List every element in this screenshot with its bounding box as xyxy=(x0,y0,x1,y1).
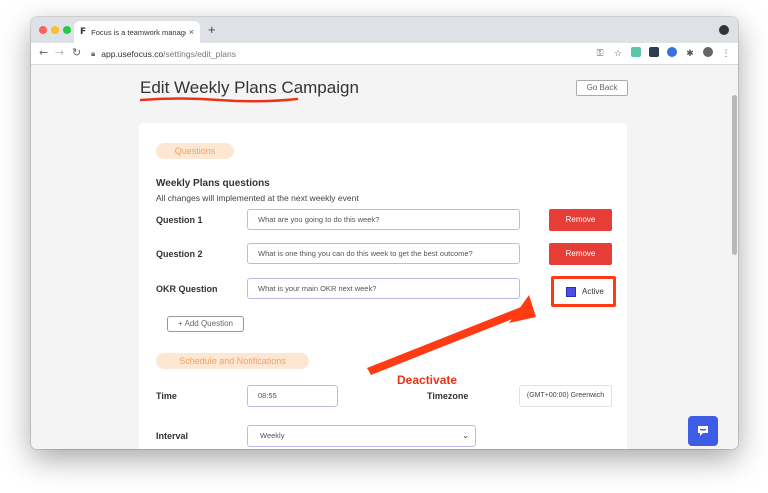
profile-avatar[interactable] xyxy=(702,47,714,60)
back-arrow-icon[interactable]: ← xyxy=(39,46,48,59)
more-menu-icon[interactable]: ⋮ xyxy=(720,49,732,59)
time-label: Time xyxy=(156,391,177,401)
star-icon[interactable]: ☆ xyxy=(612,49,624,59)
extension-blue-icon[interactable] xyxy=(666,47,678,60)
question-2-label: Question 2 xyxy=(156,249,203,259)
deactivate-annotation: Deactivate xyxy=(397,373,458,387)
tab-title: Focus is a teamwork managem xyxy=(91,27,186,37)
questions-pill: Questions xyxy=(156,143,234,159)
browser-menu-icon[interactable] xyxy=(719,25,729,35)
settings-card: Questions Weekly Plans questions All cha… xyxy=(139,123,627,449)
browser-tab[interactable]: F Focus is a teamwork managem × xyxy=(74,21,200,43)
interval-label: Interval xyxy=(156,431,189,441)
active-label: Active xyxy=(582,287,604,296)
section-description: All changes will implemented at the next… xyxy=(156,193,359,203)
timezone-select[interactable]: (GMT+00:00) Greenwich xyxy=(519,385,612,407)
extension-green-icon[interactable] xyxy=(630,47,642,60)
question-2-input[interactable]: What is one thing you can do this week t… xyxy=(247,243,520,264)
extension-dark-icon[interactable] xyxy=(648,47,660,60)
schedule-pill: Schedule and Notifications xyxy=(156,353,309,369)
remove-question-1-button[interactable]: Remove xyxy=(549,209,612,231)
toolbar-icons: ⚿ ☆ ✱ ⋮ xyxy=(594,47,732,60)
interval-value: Weekly xyxy=(260,431,285,440)
title-underline-annotation xyxy=(139,97,299,103)
okr-question-label: OKR Question xyxy=(156,284,218,294)
reload-icon[interactable]: ↻ xyxy=(72,46,81,59)
tab-close-icon[interactable]: × xyxy=(189,27,194,37)
question-1-input[interactable]: What are you going to do this week? xyxy=(247,209,520,230)
question-1-label: Question 1 xyxy=(156,215,203,225)
tab-bar: F Focus is a teamwork managem × + xyxy=(31,17,738,43)
page-viewport: Edit Weekly Plans Campaign Go Back Quest… xyxy=(31,65,738,449)
active-checkbox[interactable] xyxy=(566,286,576,297)
maximize-window-button[interactable] xyxy=(63,26,71,34)
okr-question-input[interactable]: What is your main OKR next week? xyxy=(247,278,520,299)
browser-toolbar: ← → ↻ 🔒︎ app.usefocus.co/settings/edit_p… xyxy=(31,43,738,65)
url-domain: app.usefocus.co xyxy=(101,49,164,59)
forward-arrow-icon[interactable]: → xyxy=(55,46,64,59)
chevron-down-icon: ⌄ xyxy=(462,431,469,440)
remove-question-2-button[interactable]: Remove xyxy=(549,243,612,265)
browser-window: F Focus is a teamwork managem × + ← → ↻ … xyxy=(31,17,738,449)
lock-icon: 🔒︎ xyxy=(91,49,96,58)
okr-active-toggle[interactable]: Active xyxy=(551,276,616,307)
chat-support-button[interactable] xyxy=(688,416,718,446)
timezone-label: Timezone xyxy=(427,391,469,401)
interval-select[interactable]: Weekly ⌄ xyxy=(247,425,476,447)
address-bar[interactable]: 🔒︎ app.usefocus.co/settings/edit_plans xyxy=(91,46,341,62)
go-back-button[interactable]: Go Back xyxy=(576,80,628,96)
url-path: /settings/edit_plans xyxy=(163,49,236,59)
section-heading: Weekly Plans questions xyxy=(156,178,270,189)
time-input[interactable]: 08:55 xyxy=(247,385,338,407)
puzzle-icon[interactable]: ✱ xyxy=(684,49,696,59)
focus-favicon-icon: F xyxy=(80,27,87,37)
key-icon[interactable]: ⚿ xyxy=(594,49,606,59)
add-question-button[interactable]: + Add Question xyxy=(167,316,244,332)
page-scrollbar[interactable] xyxy=(732,95,737,255)
new-tab-button[interactable]: + xyxy=(208,22,216,37)
close-window-button[interactable] xyxy=(39,26,47,34)
chat-bubble-icon xyxy=(698,426,708,436)
minimize-window-button[interactable] xyxy=(51,26,59,34)
